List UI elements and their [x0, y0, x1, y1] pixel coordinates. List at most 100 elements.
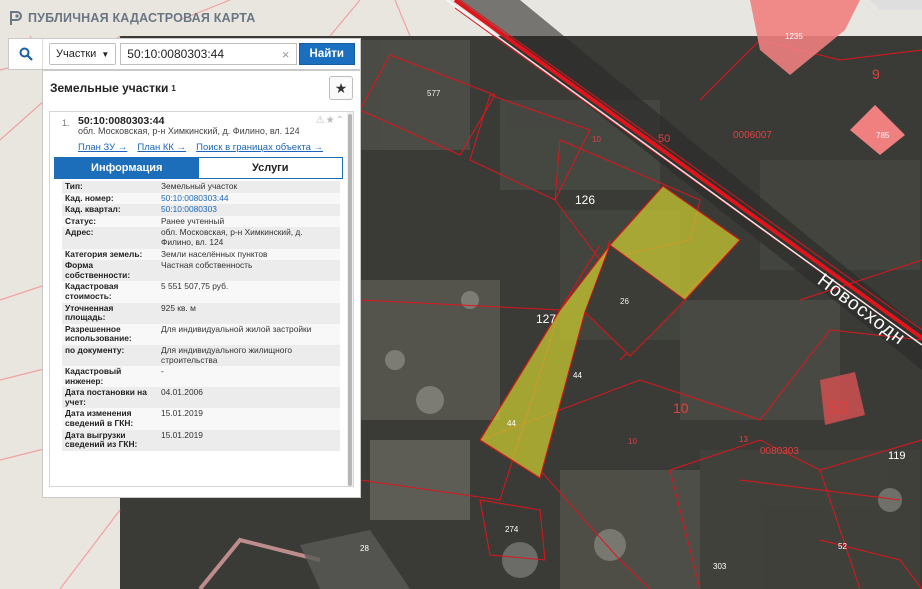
info-row: Дата постановки на учет: 04.01.2006: [62, 387, 340, 409]
search-type-select[interactable]: Участки ▼: [49, 43, 117, 65]
info-row: по документу: Для индивидуального жилищно…: [62, 344, 340, 367]
item-tabs: Информация Услуги: [54, 157, 343, 179]
item-address: обл. Московская, р-н Химкинский, д. Фили…: [78, 126, 300, 136]
info-row: Дата выгрузки сведений из ГКН: 15.01.2019: [62, 429, 340, 451]
info-key: Дата постановки на учет:: [62, 387, 158, 409]
item-cadastral-number: 50:10:0080303:44: [78, 115, 165, 127]
tab-info[interactable]: Информация: [55, 158, 199, 178]
info-key: Кадастровый инженер:: [62, 366, 158, 388]
search-icon: [19, 47, 33, 61]
info-value: 15.01.2019: [158, 429, 340, 451]
search-bar: Участки ▼ 50:10:0080303:44 × Найти: [8, 38, 361, 70]
info-key: Тип:: [62, 181, 158, 193]
map-label-10: 10: [592, 135, 601, 144]
map-label-1235: 1235: [785, 32, 803, 41]
info-key: Форма собственности:: [62, 260, 158, 282]
info-value: -: [158, 366, 340, 388]
map-label-274: 274: [505, 525, 519, 534]
star-outline-icon[interactable]: ★: [326, 115, 336, 126]
map-label-126: 126: [575, 193, 596, 207]
info-value: 04.01.2006: [158, 387, 340, 409]
info-value-link[interactable]: 50:10:0080303: [158, 204, 340, 216]
map-label-10-b: 10: [673, 400, 689, 416]
search-toggle-button[interactable]: [9, 39, 43, 69]
app-title: ПУБЛИЧНАЯ КАДАСТРОВАЯ КАРТА: [28, 11, 256, 25]
map-label-28: 28: [360, 544, 369, 553]
info-key: Дата изменения сведений в ГКН:: [62, 408, 158, 430]
info-key: Дата выгрузки сведений из ГКН:: [62, 429, 158, 451]
info-value: обл. Московская, р-н Химкинский, д. Фили…: [158, 227, 340, 249]
info-row: Форма собственности: Частная собственност…: [62, 260, 340, 282]
clear-icon[interactable]: ×: [282, 47, 290, 62]
map-label-577: 577: [427, 89, 441, 98]
info-value: 15.01.2019: [158, 408, 340, 430]
panel-scrollbar[interactable]: [347, 112, 353, 486]
find-button[interactable]: Найти: [298, 43, 355, 65]
info-key: Статус:: [62, 215, 158, 228]
info-value: Ранее учтенный: [158, 215, 340, 228]
info-row: Кад. номер: 50:10:0080303:44: [62, 192, 340, 205]
info-value: Для индивидуального жилищного строительс…: [158, 344, 340, 367]
panel-title: Земельные участки: [50, 81, 169, 95]
map-label-785: 785: [876, 131, 890, 140]
plan-kk-link[interactable]: План КК →: [137, 142, 186, 153]
favorite-button[interactable]: ★: [329, 76, 353, 100]
map-label-13: 13: [739, 435, 748, 444]
search-input[interactable]: 50:10:0080303:44 ×: [120, 43, 297, 65]
info-key: Категория земель:: [62, 248, 158, 261]
pkk-logo-icon: [10, 11, 22, 25]
warning-icon[interactable]: ⚠: [316, 115, 326, 126]
star-icon: ★: [334, 79, 348, 96]
scrollbar-thumb[interactable]: [348, 114, 352, 486]
info-value: Земли населённых пунктов: [158, 248, 340, 261]
info-row: Уточненная площадь: 925 кв. м: [62, 302, 340, 324]
info-value-link[interactable]: 50:10:0080303:44: [158, 192, 340, 205]
map-label-50: 50: [658, 133, 671, 145]
item-links: План ЗУ → План КК → Поиск в границах объ…: [78, 142, 353, 153]
info-value: 5 551 507,75 руб.: [158, 281, 340, 303]
search-input-value: 50:10:0080303:44: [127, 47, 225, 61]
search-type-label: Участки: [56, 48, 97, 60]
info-row: Статус: Ранее учтенный: [62, 215, 340, 228]
info-key: Уточненная площадь:: [62, 302, 158, 324]
map-label-0080303: 0080303: [760, 446, 799, 457]
item-index: 1.: [62, 118, 70, 128]
result-panel: Земельные участки 1 ★ 1. 50:10:0080303:4…: [42, 70, 361, 498]
result-body: 1. 50:10:0080303:44 обл. Московская, р-н…: [49, 111, 354, 487]
info-key: Кад. номер:: [62, 192, 158, 205]
app-header: ПУБЛИЧНАЯ КАДАСТРОВАЯ КАРТА: [0, 0, 460, 36]
info-key: по документу:: [62, 344, 158, 367]
search-within-link[interactable]: Поиск в границах объекта →: [196, 142, 323, 153]
map-label-0006007: 0006007: [733, 130, 772, 141]
chevron-down-icon: ▼: [101, 49, 110, 59]
info-value: Земельный участок: [158, 181, 340, 193]
panel-header: Земельные участки 1: [43, 71, 360, 105]
info-key: Разрешенное использование:: [62, 323, 158, 345]
info-row: Категория земель: Земли населённых пункто…: [62, 248, 340, 261]
map-label-127: 127: [536, 312, 557, 326]
info-row: Тип: Земельный участок: [62, 181, 340, 193]
map-label-50-b: 50: [828, 398, 849, 418]
map-label-44-b: 44: [507, 419, 516, 428]
info-key: Кад. квартал:: [62, 204, 158, 216]
info-row: Адрес: обл. Московская, р-н Химкинский, д…: [62, 227, 340, 249]
collapse-icon[interactable]: ⌃: [336, 115, 345, 126]
map-label-10-c: 10: [628, 437, 637, 446]
map-label-52: 52: [838, 542, 847, 551]
info-value: Для индивидуальной жилой застройки: [158, 323, 340, 345]
map-label-26: 26: [620, 297, 629, 306]
info-row: Дата изменения сведений в ГКН: 15.01.2019: [62, 408, 340, 430]
result-item[interactable]: 1. 50:10:0080303:44 обл. Московская, р-н…: [50, 112, 353, 137]
plan-zu-link[interactable]: План ЗУ →: [78, 142, 127, 153]
info-key: Кадастровая стоимость:: [62, 281, 158, 303]
map-label-119: 119: [888, 450, 906, 462]
map-label-9: 9: [872, 66, 880, 82]
info-row: Кадастровая стоимость: 5 551 507,75 руб.: [62, 281, 340, 303]
map-label-303: 303: [713, 562, 727, 571]
info-key: Адрес:: [62, 227, 158, 249]
info-value: Частная собственность: [158, 260, 340, 282]
info-row: Разрешенное использование: Для индивидуал…: [62, 323, 340, 345]
info-row: Кадастровый инженер: -: [62, 366, 340, 388]
info-table: Тип: Земельный участок Кад. номер: 50:10:00…: [62, 181, 340, 451]
tab-services[interactable]: Услуги: [198, 158, 342, 178]
